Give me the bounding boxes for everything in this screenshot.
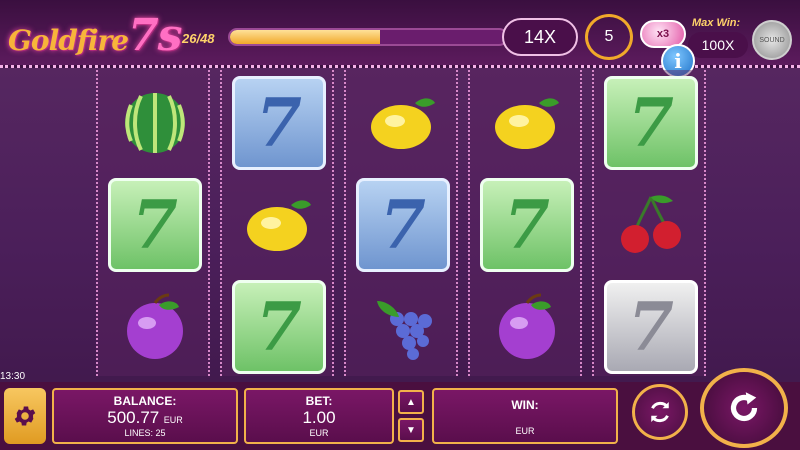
green-seven-tile: 7 [604,76,698,170]
bet-decrease-button[interactable]: ▼ [398,418,424,442]
sound-button[interactable]: SOUND [752,20,792,60]
autoplay-icon [651,401,669,423]
balance-label: BALANCE: [113,394,177,408]
blue-seven-tile: 7 [232,76,326,170]
balance-currency: EUR [163,415,183,425]
cherries-icon [621,195,681,253]
balance-value: 500.77 [107,408,160,427]
bet-increase-button[interactable]: ▲ [398,390,424,414]
symbol-lemon [354,74,452,172]
max-win-label: Max Win: [692,17,741,29]
progress-fill [230,30,380,44]
symbol-silver-seven: 7 [602,278,700,376]
game-logo: Goldfire7s [8,10,182,62]
bet-value: 1.00 [302,408,336,427]
plum-icon [127,293,183,359]
symbol-lemon [230,176,328,274]
grapes-icon [377,301,432,360]
autoplay-button[interactable] [632,384,688,440]
blue-seven-tile: 7 [356,178,450,272]
gear-icon [14,406,36,426]
symbol-plum [106,278,204,376]
spin-counter: 5 [585,14,633,60]
symbol-cherries [602,176,700,274]
reel-1: 7 [96,70,210,376]
logo-text: Goldfire [8,24,129,57]
green-seven-tile: 7 [232,280,326,374]
win-currency: EUR [515,426,535,436]
reel-2: 77 [220,70,334,376]
watermelon-icon [125,93,185,153]
multiplier-display: 14X [502,18,578,56]
win-panel: WIN: EUR [432,388,618,444]
symbol-watermelon [106,74,204,172]
reel-5: 77 [592,70,706,376]
chevron-down-icon: ▼ [406,424,416,436]
reel-area: 7777777 [88,70,712,376]
green-seven-tile: 7 [108,178,202,272]
lines-count: LINES: 25 [124,428,166,438]
lemon-icon [247,200,311,251]
max-win-value: 100X [688,32,748,58]
spin-icon [730,392,758,422]
reel-4: 7 [468,70,582,376]
chevron-up-icon: ▲ [406,396,416,408]
clock: 13:30 [0,371,26,382]
bet-label: BET: [305,394,333,408]
plum-icon [499,293,555,359]
green-seven-tile: 7 [480,178,574,272]
symbol-lemon [478,74,576,172]
symbol-green-seven: 7 [602,74,700,172]
bet-currency: EUR [309,428,329,438]
reel-3: 7 [344,70,458,376]
progress-counter: 26/48 [182,31,215,46]
balance-panel: BALANCE: 500.77 EUR LINES: 25 [52,388,238,444]
logo-seven: 7s [128,10,182,61]
settings-button[interactable] [4,388,46,444]
symbol-green-seven: 7 [106,176,204,274]
win-label: WIN: [511,398,539,412]
symbol-grapes [354,278,452,376]
progress-bar [228,28,508,46]
symbol-blue-seven: 7 [230,74,328,172]
bet-panel: BET: 1.00 EUR [244,388,394,444]
lemon-icon [371,98,435,149]
spin-button[interactable] [700,368,788,448]
symbol-plum [478,278,576,376]
lemon-icon [495,98,559,149]
silver-seven-tile: 7 [604,280,698,374]
symbol-blue-seven: 7 [354,176,452,274]
symbol-green-seven: 7 [478,176,576,274]
symbol-green-seven: 7 [230,278,328,376]
